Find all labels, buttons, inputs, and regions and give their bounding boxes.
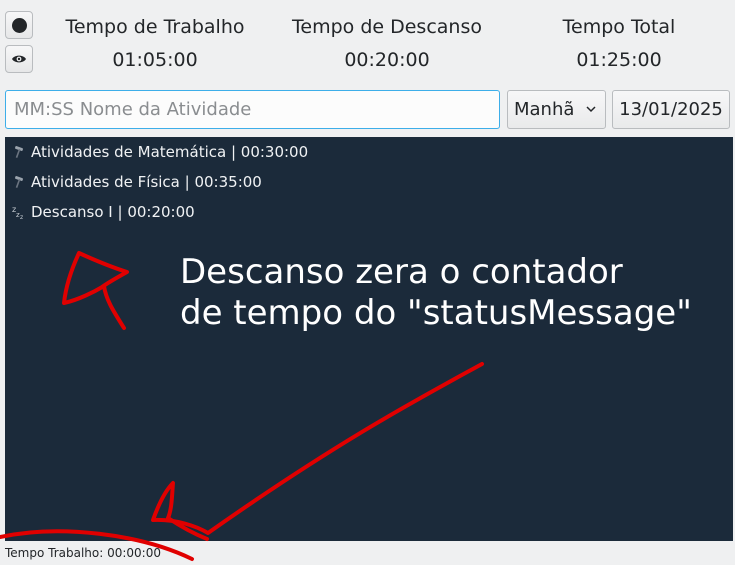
status-bar: Tempo Trabalho: 00:00:00	[5, 546, 161, 560]
period-select-value: Manhã	[514, 99, 575, 120]
app-window: Tempo de Trabalho 01:05:00 Tempo de Desc…	[0, 0, 735, 565]
work-time-stat: Tempo de Trabalho 01:05:00	[55, 14, 255, 73]
svg-text:z: z	[20, 214, 23, 220]
activity-input[interactable]	[5, 90, 500, 129]
eye-icon	[12, 55, 26, 63]
sleep-icon: z z z	[10, 203, 28, 221]
record-dot-icon	[11, 17, 27, 33]
work-time-label: Tempo de Trabalho	[65, 16, 245, 38]
hammer-icon	[10, 173, 28, 191]
annotation-line-1: Descanso zera o contador	[180, 252, 623, 292]
list-item[interactable]: z z z Descanso I | 00:20:00	[10, 199, 195, 225]
rest-time-label: Tempo de Descanso	[292, 16, 482, 38]
rest-time-stat: Tempo de Descanso 00:20:00	[287, 14, 487, 73]
list-item[interactable]: Atividades de Física | 00:35:00	[10, 169, 262, 195]
total-time-value: 01:25:00	[576, 49, 662, 71]
record-button[interactable]	[5, 11, 33, 39]
activity-label: Atividades de Física | 00:35:00	[31, 173, 262, 191]
total-time-label: Tempo Total	[562, 16, 676, 38]
activity-list[interactable]: Atividades de Matemática | 00:30:00 Ativ…	[5, 137, 733, 541]
date-field[interactable]: 13/01/2025	[612, 90, 730, 129]
annotation-line-2: de tempo do "statusMessage"	[180, 293, 692, 333]
period-select[interactable]: Manhã	[507, 90, 606, 129]
activity-label: Descanso I | 00:20:00	[31, 203, 195, 221]
hammer-icon	[10, 143, 28, 161]
date-value: 13/01/2025	[619, 99, 723, 120]
total-time-stat: Tempo Total 01:25:00	[519, 14, 719, 73]
status-message: Tempo Trabalho: 00:00:00	[5, 546, 161, 560]
activity-label: Atividades de Matemática | 00:30:00	[31, 143, 309, 161]
chevron-down-icon	[586, 106, 596, 113]
work-time-value: 01:05:00	[112, 49, 198, 71]
rest-time-value: 00:20:00	[344, 49, 430, 71]
view-button[interactable]	[5, 45, 33, 73]
list-item[interactable]: Atividades de Matemática | 00:30:00	[10, 139, 308, 165]
annotation-text: Descanso zera o contador de tempo do "st…	[180, 252, 692, 334]
